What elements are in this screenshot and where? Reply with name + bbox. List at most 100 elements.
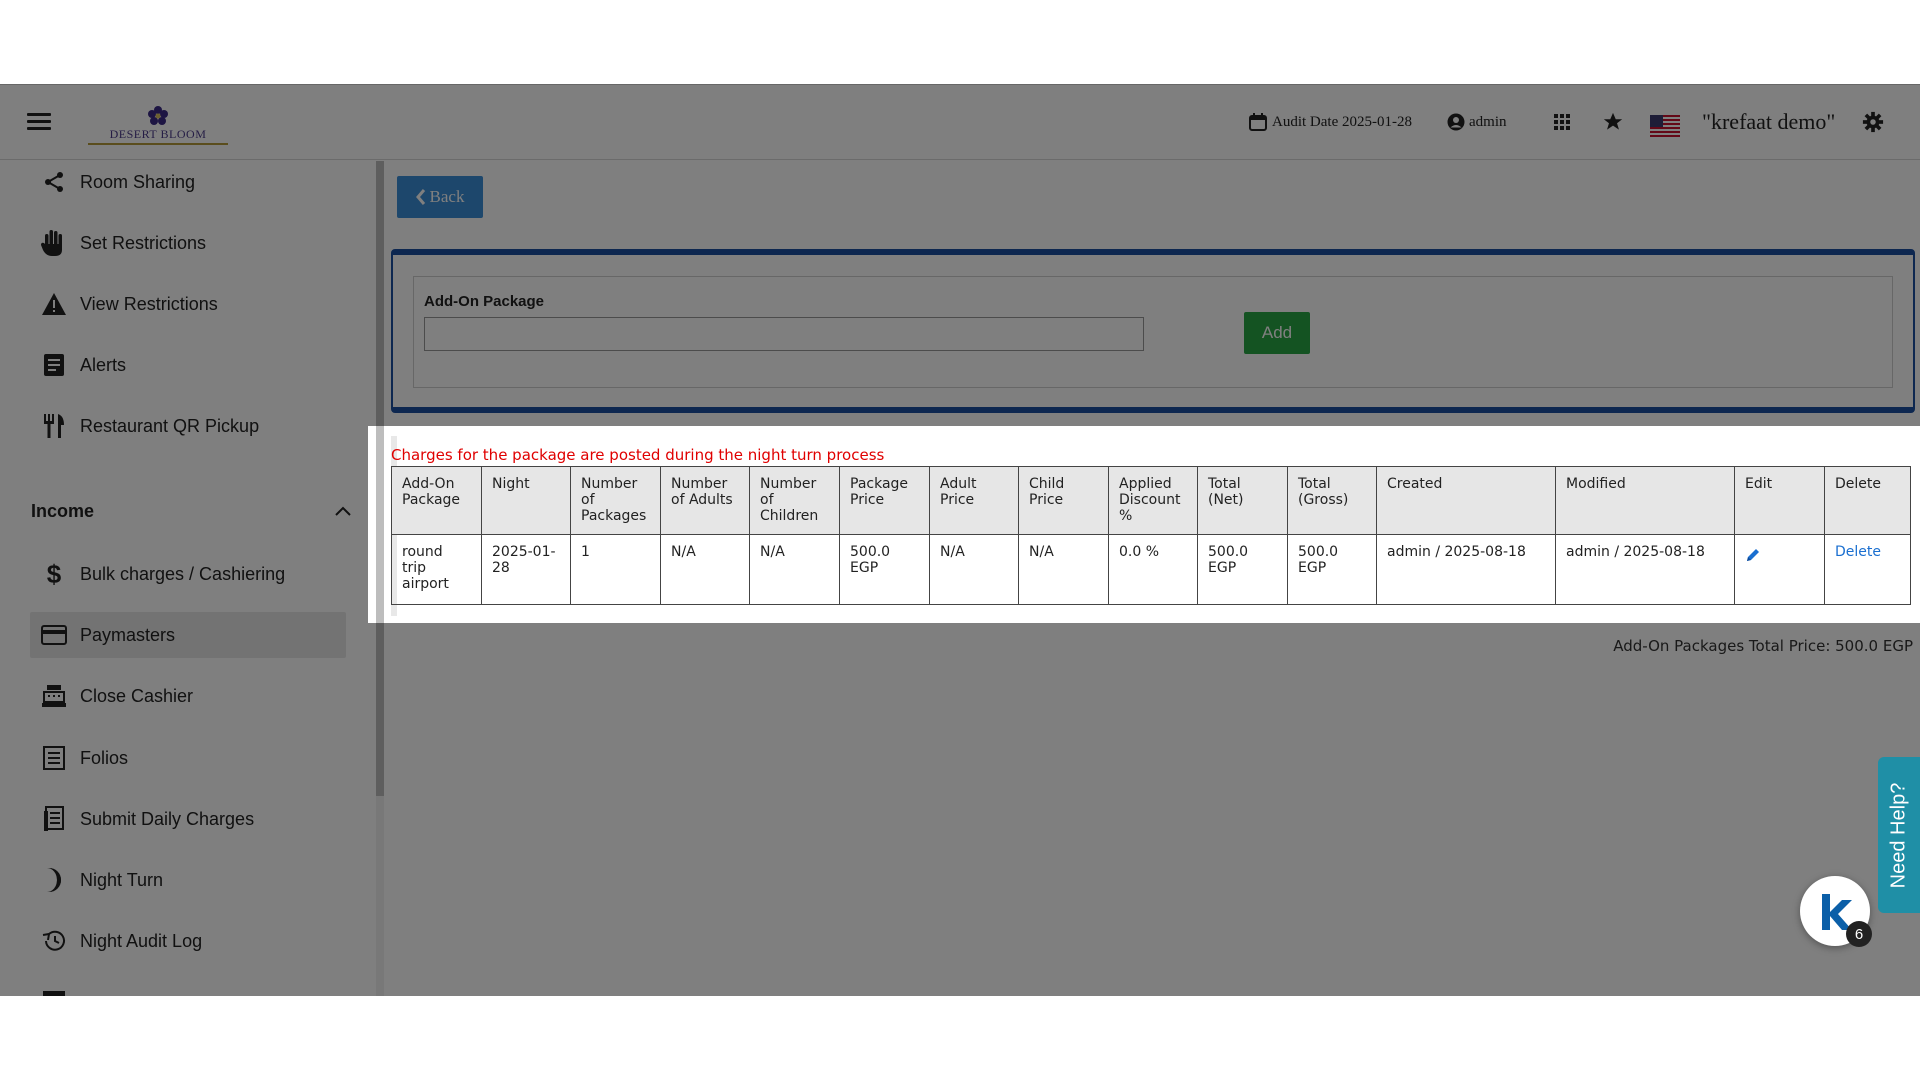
receipt-icon <box>39 804 69 834</box>
user-menu[interactable]: admin <box>1447 107 1507 137</box>
sidebar: Room Sharing Set Restrictions View Restr… <box>0 161 384 996</box>
cash-register-icon <box>39 681 69 711</box>
table-row: round trip airport 2025-01-28 1 N/A N/A … <box>391 534 1911 605</box>
settings-gear-icon[interactable] <box>1862 107 1884 137</box>
favorites-star-icon[interactable] <box>1602 107 1624 137</box>
add-button[interactable]: Add <box>1244 312 1310 354</box>
need-help-label: Need Help? <box>1887 782 1910 888</box>
col-header: Edit <box>1734 466 1825 535</box>
warning-icon <box>39 289 69 319</box>
addon-package-form: Add-On Package Add <box>413 276 1893 388</box>
document-icon <box>39 350 69 380</box>
cell-discount: 0.0 % <box>1108 534 1198 605</box>
sidebar-item-night-turn[interactable]: Night Turn <box>30 857 346 903</box>
night-turn-notice: Charges for the package are posted durin… <box>391 446 885 464</box>
cell-modified: admin / 2025-08-18 <box>1555 534 1735 605</box>
col-header: Number of Packages <box>570 466 661 535</box>
card-icon <box>39 620 69 650</box>
user-name: admin <box>1469 113 1507 130</box>
cell-created: admin / 2025-08-18 <box>1376 534 1556 605</box>
sidebar-item-bulk-charges[interactable]: $ Bulk charges / Cashiering <box>30 551 346 597</box>
sidebar-item-submit-daily-charges[interactable]: Submit Daily Charges <box>30 796 346 842</box>
sidebar-item-label: Room Sharing <box>80 171 196 192</box>
chevron-up-icon <box>335 506 351 516</box>
moon-icon <box>39 865 69 895</box>
audit-date-text: Audit Date 2025-01-28 <box>1272 113 1412 130</box>
delete-link[interactable]: Delete <box>1835 544 1881 560</box>
col-header: Modified <box>1555 466 1735 535</box>
col-header: Child Price <box>1018 466 1109 535</box>
col-header: Night <box>481 466 571 535</box>
sidebar-item-label: Close Cashier <box>80 685 194 706</box>
col-header: Number of Children <box>749 466 840 535</box>
sidebar-item-label: Set Restrictions <box>80 232 207 253</box>
sidebar-item-label: Paymasters <box>80 624 176 645</box>
need-help-tab[interactable]: Need Help? <box>1878 757 1920 913</box>
col-header: Total (Net) <box>1197 466 1288 535</box>
sidebar-item-label: Submit Daily Charges <box>80 808 255 829</box>
share-icon <box>39 167 69 197</box>
sidebar-item-label: Alerts <box>80 354 127 375</box>
logo-text: DESERT BLOOM <box>88 127 228 145</box>
sidebar-item-label: Night Audit Log <box>80 930 203 951</box>
sidebar-item-label: Bulk charges / Cashiering <box>80 563 286 584</box>
chat-notification-badge: 6 <box>1846 921 1872 947</box>
col-header: Number of Adults <box>660 466 750 535</box>
addon-package-input[interactable] <box>424 317 1144 351</box>
addon-package-panel: Add-On Package Add <box>391 249 1915 413</box>
app-window: DESERT BLOOM Audit Date 2025-01-28 admin <box>0 84 1920 996</box>
back-button-label: Back <box>429 187 465 206</box>
edit-pencil-icon[interactable] <box>1745 547 1761 563</box>
cell-package: round trip airport <box>391 534 482 605</box>
sidebar-item-label: View Restrictions <box>80 293 218 314</box>
cell-num-packages: 1 <box>570 534 661 605</box>
sidebar-item-night-audit-log[interactable]: Night Audit Log <box>30 918 346 964</box>
col-header: Applied Discount % <box>1108 466 1198 535</box>
sidebar-item-paymasters[interactable]: Paymasters <box>30 612 346 658</box>
list-icon <box>39 743 69 773</box>
sidebar-item-view-restrictions[interactable]: View Restrictions <box>30 281 346 327</box>
sidebar-item-folios[interactable]: Folios <box>30 735 346 781</box>
sidebar-item-room-sharing[interactable]: Room Sharing <box>30 161 346 205</box>
user-circle-icon <box>1447 113 1465 131</box>
top-header: DESERT BLOOM Audit Date 2025-01-28 admin <box>0 84 1920 160</box>
apps-grid-icon[interactable] <box>1553 107 1571 137</box>
col-header: Total (Gross) <box>1287 466 1377 535</box>
package-table-panel: Charges for the package are posted durin… <box>384 426 1920 623</box>
cell-total-gross: 500.0 EGP <box>1287 534 1377 605</box>
sidebar-section-title: Income <box>31 500 95 521</box>
utensils-icon <box>39 411 69 441</box>
cell-edit <box>1734 534 1825 605</box>
cell-adult-price: N/A <box>929 534 1019 605</box>
cell-num-children: N/A <box>749 534 840 605</box>
us-flag-icon[interactable] <box>1650 111 1680 141</box>
dollar-icon: $ <box>46 558 62 589</box>
calendar-icon <box>1249 113 1267 131</box>
hand-icon <box>39 228 69 258</box>
history-icon <box>39 926 69 956</box>
cell-package-price: 500.0 EGP <box>839 534 930 605</box>
cell-num-adults: N/A <box>660 534 750 605</box>
hotel-logo[interactable]: DESERT BLOOM <box>88 105 228 145</box>
col-header: Delete <box>1824 466 1911 535</box>
col-header: Add-On Package <box>391 466 482 535</box>
sidebar-item-set-restrictions[interactable]: Set Restrictions <box>30 220 346 266</box>
main-content: Back Add-On Package Add Charges for the … <box>384 161 1920 996</box>
col-header: Adult Price <box>929 466 1019 535</box>
col-header: Created <box>1376 466 1556 535</box>
menu-toggle-icon[interactable] <box>27 113 51 131</box>
col-header: Package Price <box>839 466 930 535</box>
cell-night: 2025-01-28 <box>481 534 571 605</box>
sidebar-item-partial[interactable] <box>30 979 346 996</box>
table-header-row: Add-On Package Night Number of Packages … <box>391 466 1911 535</box>
sidebar-item-label: Folios <box>80 747 129 768</box>
sidebar-item-alerts[interactable]: Alerts <box>30 342 346 388</box>
back-button[interactable]: Back <box>397 176 483 218</box>
cell-child-price: N/A <box>1018 534 1109 605</box>
sidebar-scrollbar-thumb[interactable] <box>376 161 384 796</box>
audit-date[interactable]: Audit Date 2025-01-28 <box>1248 107 1412 137</box>
sidebar-item-close-cashier[interactable]: Close Cashier <box>30 673 346 719</box>
hotel-name[interactable]: "krefaat demo" <box>1702 107 1835 137</box>
sidebar-item-restaurant-qr-pickup[interactable]: Restaurant QR Pickup <box>30 403 346 449</box>
sidebar-section-income[interactable]: Income <box>31 496 351 526</box>
